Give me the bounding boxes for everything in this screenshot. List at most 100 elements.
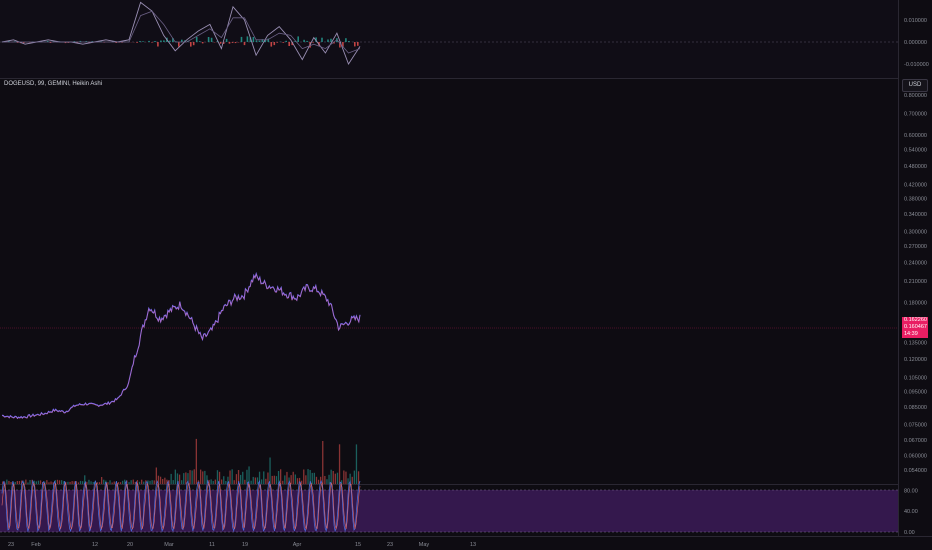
oscillator-bar: [273, 42, 276, 46]
volume-bar: [39, 480, 42, 484]
time-tick-label: 12: [92, 542, 98, 548]
volume-bar: [79, 480, 82, 484]
volume-bar: [128, 482, 130, 484]
volume-bar: [286, 471, 288, 484]
volume-bar: [170, 473, 172, 484]
secondary-price-tag: 0.160467: [902, 324, 928, 331]
volume-bar: [130, 480, 132, 484]
stochastic-tick-label: 80.00: [904, 488, 918, 494]
oscillator-bar: [276, 42, 279, 43]
volume-bar: [303, 469, 305, 484]
volume-bar: [151, 480, 153, 484]
volume-bar: [27, 482, 29, 484]
volume-bar: [35, 481, 37, 484]
oscillator-bar: [321, 37, 323, 42]
oscillator-bar: [219, 42, 222, 44]
oscillator-bar: [178, 42, 180, 47]
volume-bar: [29, 480, 31, 484]
time-tick-label: 23: [387, 542, 393, 548]
countdown-tag: 14:39: [902, 331, 928, 338]
time-tick-label: 15: [355, 542, 361, 548]
oscillator-bar: [225, 38, 228, 42]
volume-bar: [347, 478, 349, 484]
volume-bar: [210, 479, 212, 484]
symbol-title[interactable]: DOGEUSD, 99, GEMINI, Heikin Ashi: [4, 81, 102, 87]
price-tick-label: 0.540000: [904, 148, 927, 154]
volume-bar: [244, 479, 246, 484]
volume-bar: [330, 469, 332, 484]
price-tick-label: 0.270000: [904, 244, 927, 250]
oscillator-tick-label: 0.000000: [904, 40, 927, 46]
volume-bar: [353, 470, 355, 484]
oscillator-bar: [198, 41, 201, 42]
time-tick-label: Feb: [31, 542, 40, 548]
volume-bar: [174, 469, 176, 484]
volume-bar: [96, 482, 99, 484]
volume-bar: [273, 475, 275, 484]
volume-bar: [18, 481, 21, 484]
volume-bar: [235, 474, 238, 484]
oscillator-bar: [246, 36, 249, 42]
volume-bar: [212, 481, 214, 484]
volume-bar: [98, 482, 101, 484]
volume-bar: [111, 482, 113, 484]
volume-bar: [233, 480, 235, 484]
volume-bar: [336, 472, 339, 484]
oscillator-bar: [148, 40, 150, 42]
oscillator-tick-label: -0.010000: [904, 62, 929, 68]
volume-bar: [37, 480, 40, 484]
price-tick-label: 0.135000: [904, 341, 927, 347]
oscillator-bar: [142, 41, 144, 42]
oscillator-bar: [201, 42, 204, 44]
oscillator-bar: [357, 42, 359, 46]
volume-bar: [195, 438, 197, 484]
volume-bar: [240, 474, 242, 484]
volume-bar: [338, 444, 341, 484]
time-tick-label: 13: [470, 542, 476, 548]
volume-bar: [77, 482, 80, 484]
volume-bar: [71, 481, 73, 484]
volume-bar: [200, 469, 202, 484]
volume-bar: [25, 479, 27, 484]
volume-bar: [231, 469, 233, 484]
volume-bar: [225, 481, 227, 484]
price-tick-label: 0.600000: [904, 133, 927, 139]
volume-bar: [132, 479, 134, 484]
volume-bar: [317, 479, 320, 484]
volume-bar: [181, 480, 183, 484]
volume-bar: [183, 473, 185, 484]
volume-bar: [14, 481, 16, 484]
time-tick-label: 23: [8, 542, 14, 548]
volume-bar: [271, 475, 273, 484]
oscillator-bar: [348, 41, 350, 42]
price-tick-label: 0.180000: [904, 301, 927, 307]
volume-bar: [242, 471, 244, 484]
volume-bar: [138, 481, 141, 484]
volume-bar: [294, 474, 296, 484]
volume-bar: [223, 476, 225, 484]
oscillator-bar: [288, 42, 290, 46]
volume-bar: [117, 482, 120, 484]
oscillator-pane[interactable]: [0, 0, 898, 78]
oscillator-bar: [169, 40, 171, 42]
volume-bar: [90, 481, 92, 484]
volume-bar: [8, 480, 10, 484]
volume-bar: [305, 475, 307, 484]
volume-bar: [119, 482, 122, 484]
currency-selector[interactable]: USD: [902, 79, 928, 92]
volume-bar: [290, 475, 292, 484]
stochastic-tick-label: 0.00: [904, 530, 915, 536]
volume-bar: [315, 476, 318, 484]
price-tick-label: 0.105000: [904, 375, 927, 381]
oscillator-bar: [160, 40, 162, 42]
trading-chart[interactable]: 0.800000 0.700000 0.600000 0.540000 0.480000…: [0, 0, 932, 550]
volume-bar: [313, 472, 315, 484]
volume-bar: [56, 479, 59, 484]
oscillator-bar: [190, 42, 192, 47]
volume-bar: [284, 475, 286, 484]
volume-bar: [334, 473, 336, 484]
time-tick-label: May: [419, 542, 430, 548]
volume-bar: [214, 479, 216, 484]
volume-bar: [48, 482, 50, 484]
volume-bar: [50, 481, 52, 484]
